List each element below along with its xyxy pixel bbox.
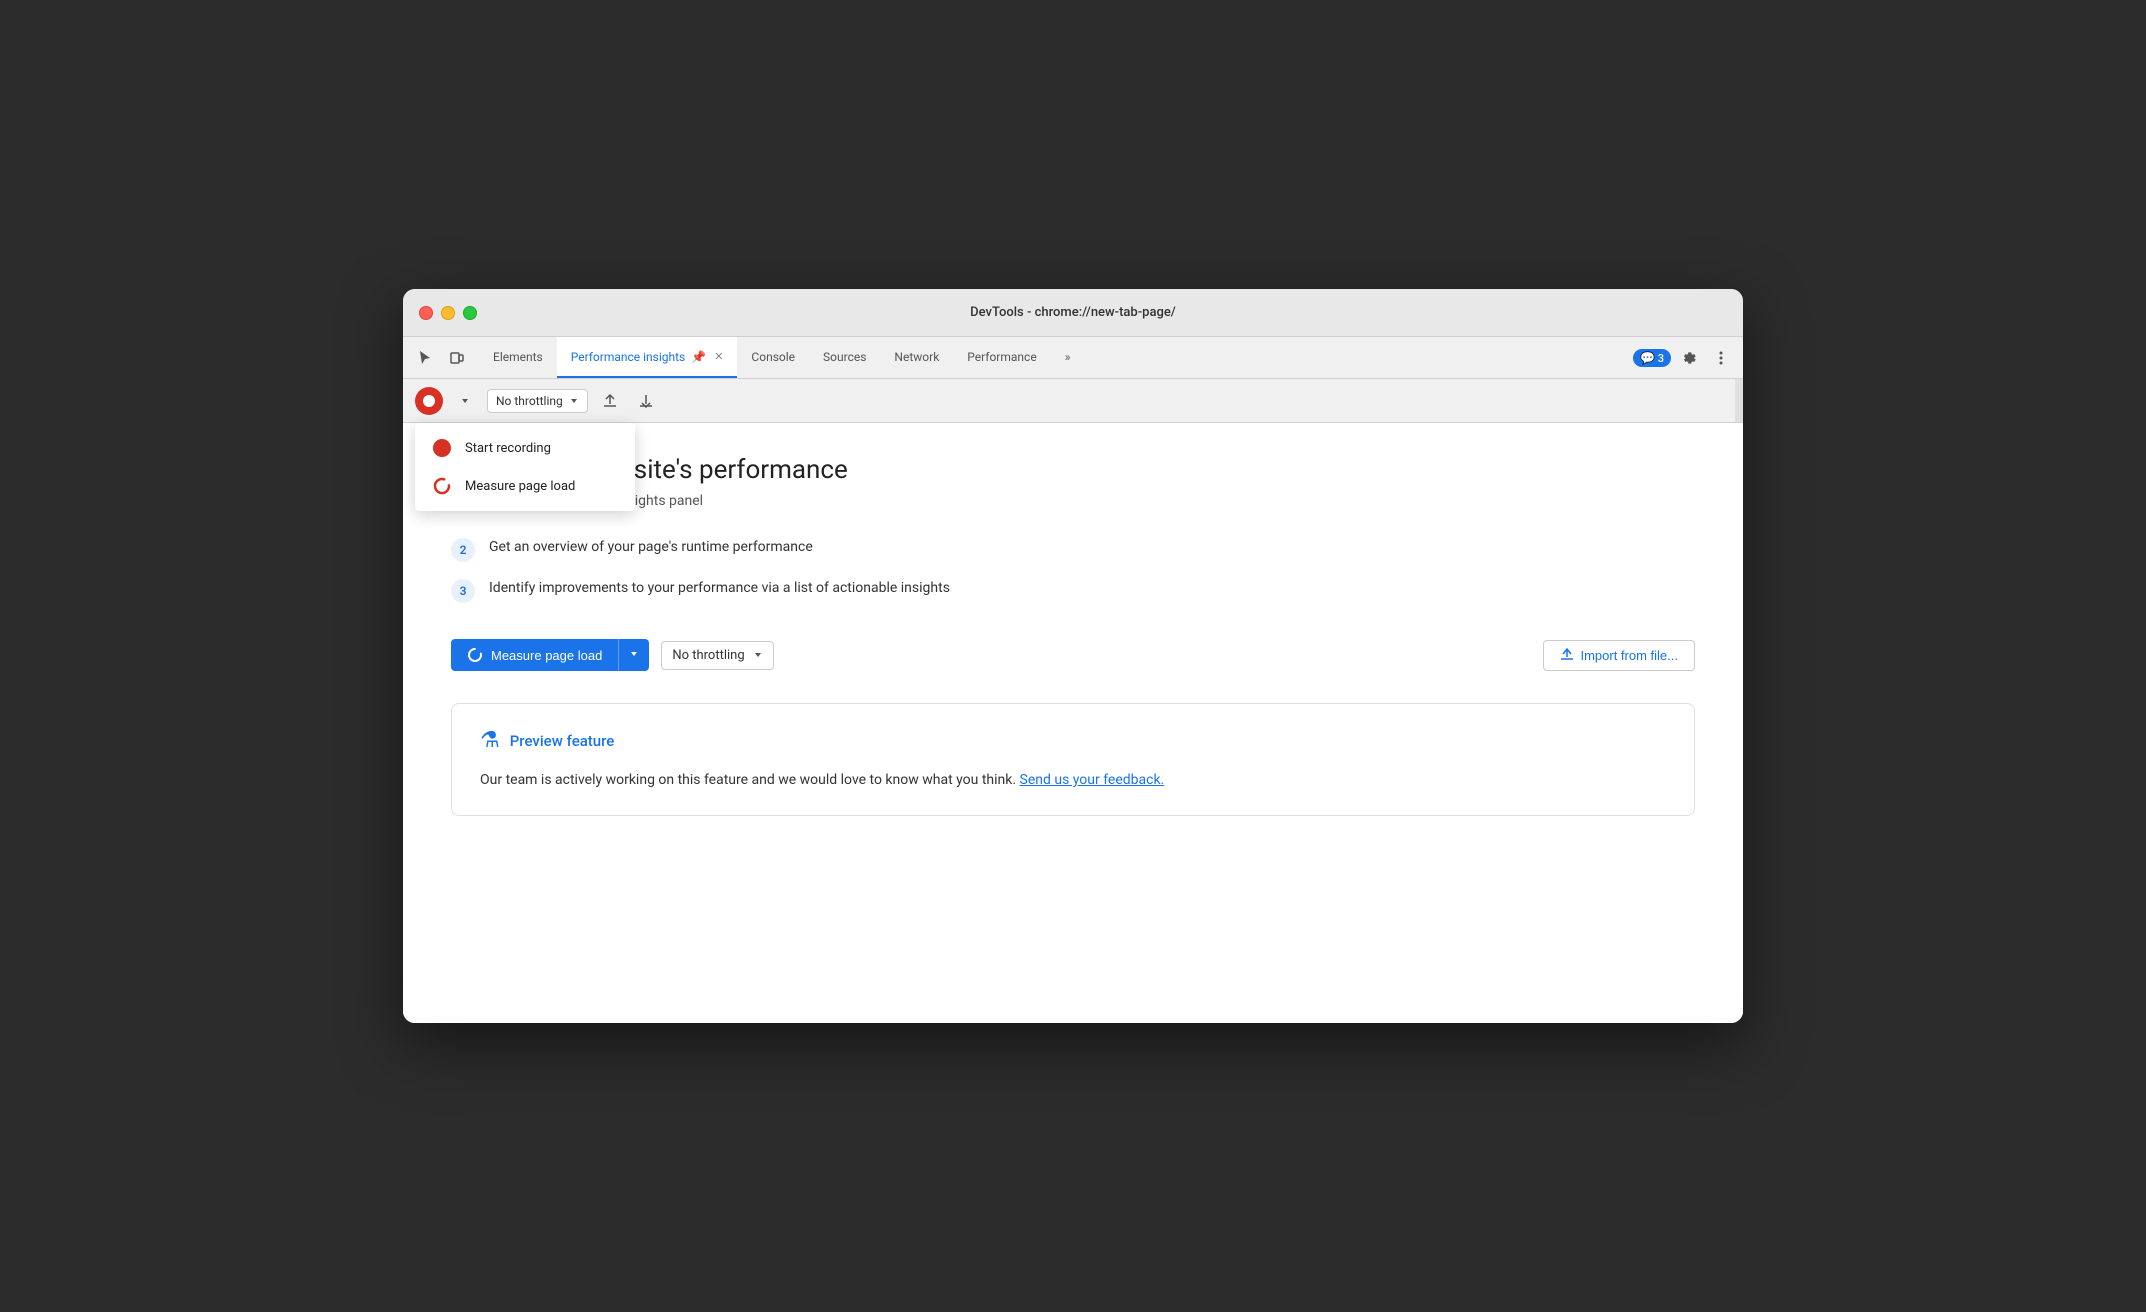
step-item-2: 2 Get an overview of your page's runtime… <box>451 537 1695 562</box>
devtools-container: Elements Performance insights 📌 ✕ Consol… <box>403 337 1743 1023</box>
preview-card: ⚗ Preview feature Our team is actively w… <box>451 703 1695 816</box>
preview-card-title: Preview feature <box>510 732 615 750</box>
tab-performance-insights[interactable]: Performance insights 📌 ✕ <box>557 337 738 378</box>
tab-sources[interactable]: Sources <box>809 337 880 378</box>
device-toolbar-icon[interactable] <box>443 344 471 372</box>
record-dropdown-button[interactable] <box>451 387 479 415</box>
import-from-file-button[interactable]: Import from file... <box>1543 640 1695 671</box>
step-number-2: 2 <box>451 538 475 562</box>
preview-card-header: ⚗ Preview feature <box>480 728 1666 753</box>
measure-page-load-dropdown[interactable] <box>618 639 649 671</box>
download-icon[interactable] <box>632 387 660 415</box>
steps-list: 2 Get an overview of your page's runtime… <box>451 537 1695 603</box>
dropdown-measure-page-load[interactable]: Measure page load <box>415 467 635 505</box>
tab-bar-right: 💬 3 <box>1633 337 1735 378</box>
tab-more[interactable]: » <box>1051 337 1085 378</box>
step-item-3: 3 Identify improvements to your performa… <box>451 578 1695 603</box>
tab-network[interactable]: Network <box>880 337 953 378</box>
scrollbar-track <box>1735 379 1743 422</box>
throttle-selector-main[interactable]: No throttling <box>661 641 773 670</box>
minimize-button[interactable] <box>441 306 455 320</box>
flask-icon: ⚗ <box>480 728 500 753</box>
measure-page-load-button[interactable]: Measure page load <box>451 639 618 671</box>
feedback-badge[interactable]: 💬 3 <box>1633 349 1671 367</box>
upload-icon[interactable] <box>596 387 624 415</box>
page-subtitle: race into the Performance Insights panel <box>451 493 1695 509</box>
tab-performance[interactable]: Performance <box>953 337 1050 378</box>
throttle-selector-toolbar[interactable]: No throttling <box>487 389 588 413</box>
toolbar: No throttling <box>403 379 1743 423</box>
devtools-window: DevTools - chrome://new-tab-page/ <box>403 289 1743 1023</box>
feedback-icon: 💬 <box>1640 351 1655 365</box>
refresh-icon <box>433 477 451 495</box>
dropdown-start-recording[interactable]: Start recording <box>415 429 635 467</box>
tab-console[interactable]: Console <box>737 337 809 378</box>
tab-bar: Elements Performance insights 📌 ✕ Consol… <box>403 337 1743 379</box>
dropdown-menu: Start recording Measure page load <box>415 423 635 511</box>
chevron-right-icon: » <box>1065 350 1071 364</box>
record-circle-icon <box>433 439 451 457</box>
record-button[interactable] <box>415 387 443 415</box>
close-button[interactable] <box>419 306 433 320</box>
feedback-link[interactable]: Send us your feedback. <box>1020 772 1165 788</box>
preview-card-text: Our team is actively working on this fea… <box>480 769 1666 791</box>
settings-icon[interactable] <box>1675 344 1703 372</box>
tab-close-icon[interactable]: ✕ <box>714 350 723 363</box>
page-title: hts on your website's performance <box>451 455 1695 485</box>
maximize-button[interactable] <box>463 306 477 320</box>
measure-btn-group: Measure page load <box>451 639 649 671</box>
more-options-icon[interactable] <box>1707 344 1735 372</box>
step-number-3: 3 <box>451 579 475 603</box>
title-bar: DevTools - chrome://new-tab-page/ <box>403 289 1743 337</box>
tab-bar-left <box>411 337 471 378</box>
traffic-lights <box>419 306 477 320</box>
tabs-list: Elements Performance insights 📌 ✕ Consol… <box>479 337 1633 378</box>
actions-row: Measure page load No throttling <box>451 639 1695 671</box>
tab-elements[interactable]: Elements <box>479 337 557 378</box>
pin-icon: 📌 <box>691 350 706 364</box>
cursor-icon[interactable] <box>411 344 439 372</box>
record-dot <box>423 395 435 407</box>
window-title: DevTools - chrome://new-tab-page/ <box>970 305 1176 320</box>
main-content: hts on your website's performance race i… <box>403 423 1743 1023</box>
